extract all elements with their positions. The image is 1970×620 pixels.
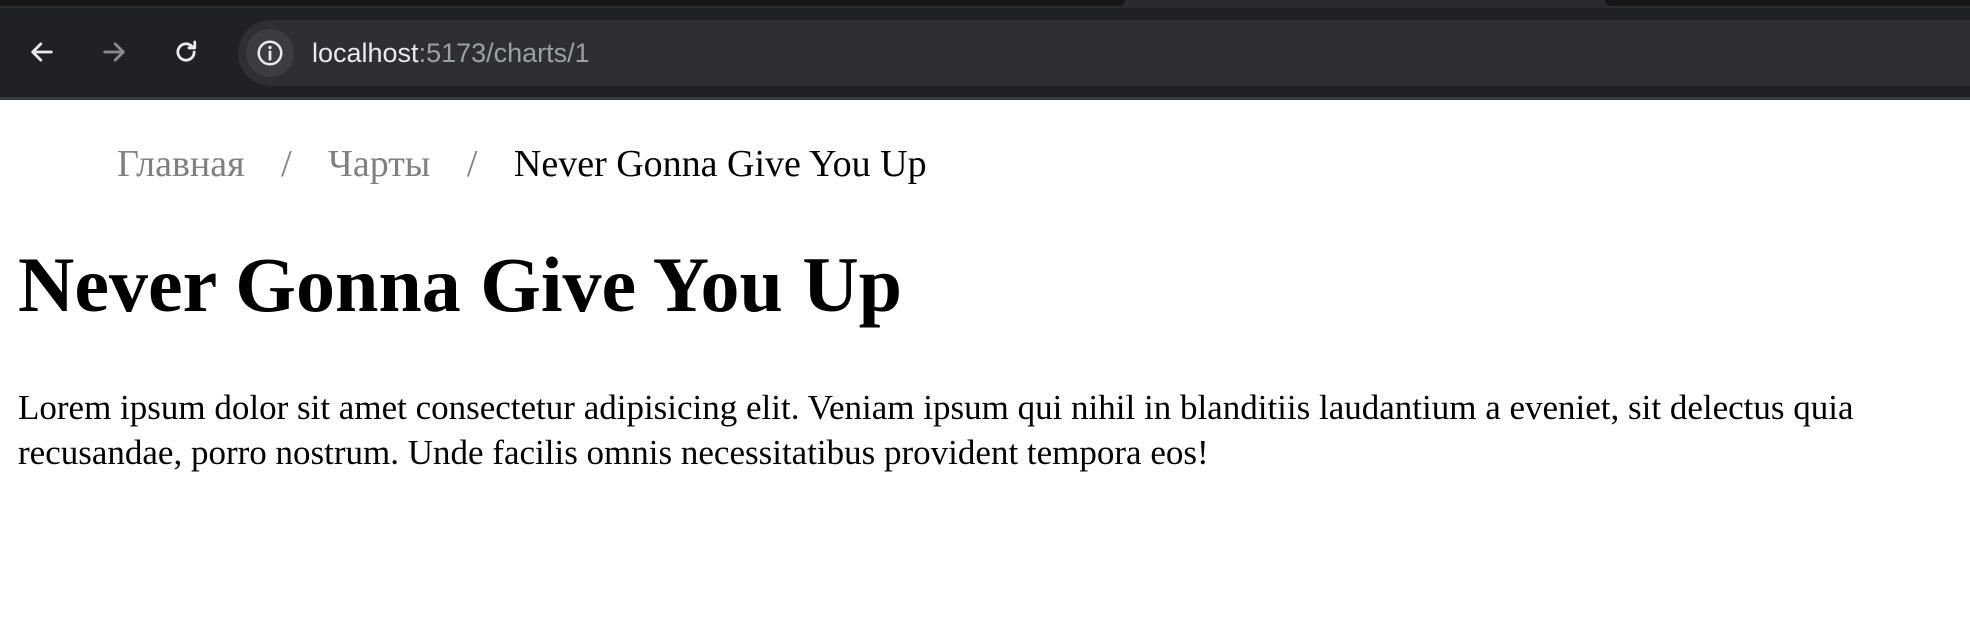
browser-toolbar: localhost:5173/charts/1 bbox=[0, 0, 1970, 100]
back-button[interactable] bbox=[20, 30, 64, 74]
url-path: :5173/charts/1 bbox=[418, 38, 590, 68]
address-bar[interactable]: localhost:5173/charts/1 bbox=[238, 20, 1970, 86]
chart-description: Lorem ipsum dolor sit amet consectetur a… bbox=[18, 388, 1854, 472]
url-host: localhost bbox=[312, 38, 419, 68]
reload-icon bbox=[176, 40, 197, 62]
breadcrumb-current: Never Gonna Give You Up bbox=[513, 143, 927, 185]
page-title: Never Gonna Give You Up bbox=[18, 241, 903, 328]
breadcrumb-link-home[interactable]: Главная bbox=[117, 143, 245, 185]
arrow-left-icon bbox=[31, 42, 53, 62]
info-icon bbox=[257, 40, 283, 66]
breadcrumb-separator: / bbox=[466, 143, 478, 185]
site-info-button[interactable] bbox=[246, 29, 294, 77]
reload-button[interactable] bbox=[164, 30, 208, 74]
breadcrumb-link-charts[interactable]: Чарты bbox=[328, 143, 430, 185]
url-text[interactable]: localhost:5173/charts/1 bbox=[312, 20, 590, 86]
browser-tab[interactable] bbox=[1605, 0, 1970, 6]
breadcrumb-separator: / bbox=[281, 143, 292, 185]
tab-strip bbox=[0, 0, 1970, 8]
forward-button[interactable] bbox=[92, 30, 136, 74]
arrow-right-icon bbox=[103, 42, 125, 62]
breadcrumb: Главная / Чарты / Never Gonna Give You U… bbox=[117, 138, 927, 190]
browser-tab[interactable] bbox=[0, 0, 1125, 6]
